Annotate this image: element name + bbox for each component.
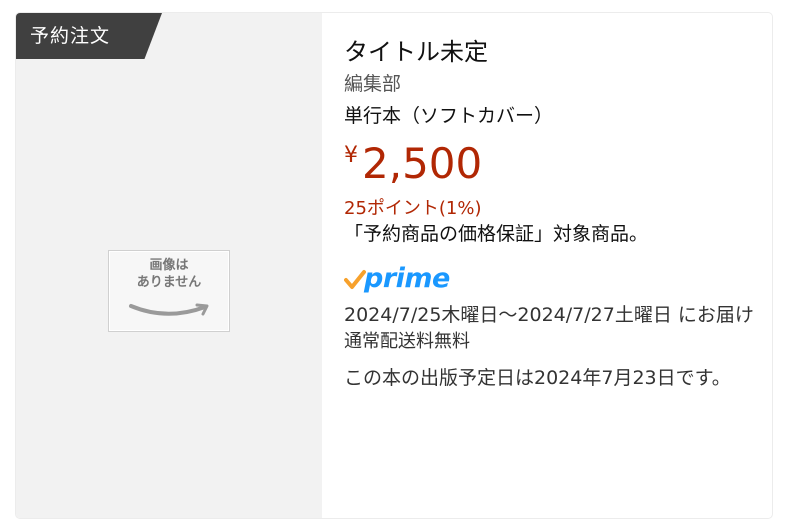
points-earned: 25ポイント(1%) (344, 198, 482, 219)
price-currency-symbol: ¥ (344, 143, 358, 168)
prime-check-icon (344, 270, 366, 289)
price-guarantee-link[interactable]: 「予約商品の価格保証」対象商品。 (344, 221, 764, 265)
product-author[interactable]: 編集部 (344, 71, 764, 103)
delivery-estimate: 2024/7/25木曜日～2024/7/27土曜日 にお届け (344, 304, 754, 326)
product-price: ¥2,500 (344, 141, 764, 193)
product-card[interactable]: 予約注文 画像は ありません タイトル未定 編集部 単行本（ソフトカバー） ¥2… (16, 13, 772, 518)
product-title[interactable]: タイトル未定 (344, 37, 764, 71)
prime-wordmark: prime (364, 263, 450, 294)
release-date-note: この本の出版予定日は2024年7月23日です。 (344, 367, 731, 389)
price-amount: 2,500 (362, 139, 483, 188)
no-image-text-line1: 画像は (149, 258, 189, 273)
no-image-text-line2: ありません (136, 275, 202, 290)
no-image-placeholder: 画像は ありません (108, 250, 230, 332)
product-info: タイトル未定 編集部 単行本（ソフトカバー） ¥2,500 25ポイント(1%)… (344, 37, 764, 393)
preorder-badge: 予約注文 (16, 13, 162, 59)
product-image-area[interactable]: 予約注文 画像は ありません (16, 13, 322, 518)
shipping-info: 通常配送料無料 (344, 331, 470, 352)
prime-logo: prime (344, 263, 764, 301)
product-format[interactable]: 単行本（ソフトカバー） (344, 103, 764, 141)
smile-arrow-icon (129, 303, 209, 316)
